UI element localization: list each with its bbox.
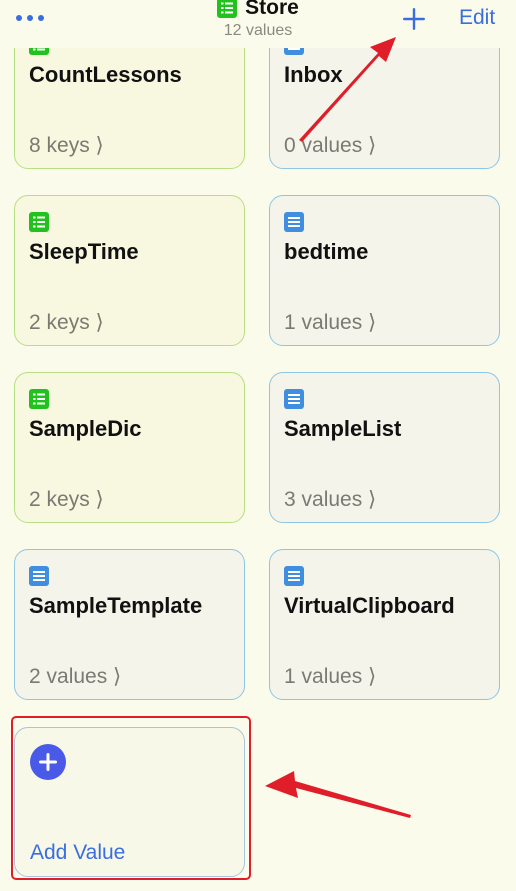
card-name: SampleTemplate	[29, 593, 203, 618]
card-count: 0 values ⟩	[284, 134, 377, 157]
store-card-bedtime[interactable]: bedtime 1 values ⟩	[269, 195, 500, 346]
card-name: Inbox	[284, 62, 343, 87]
card-count: 1 values ⟩	[284, 665, 377, 688]
card-count: 2 keys ⟩	[29, 311, 104, 334]
dictionary-icon	[29, 389, 49, 409]
list-icon	[29, 566, 49, 586]
store-card-sampledic[interactable]: SampleDic 2 keys ⟩	[14, 372, 245, 523]
add-button[interactable]	[398, 3, 430, 35]
card-name: bedtime	[284, 239, 369, 264]
page-subtitle: 12 values	[223, 22, 293, 39]
add-value-card[interactable]: Add Value	[14, 727, 245, 877]
card-name: SampleDic	[29, 416, 142, 441]
add-value-label: Add Value	[30, 841, 126, 864]
list-icon	[284, 566, 304, 586]
plus-icon	[403, 8, 425, 30]
list-icon	[284, 212, 304, 232]
card-count: 8 keys ⟩	[29, 134, 104, 157]
list-icon	[284, 389, 304, 409]
store-card-virtualclipboard[interactable]: VirtualClipboard 1 values ⟩	[269, 549, 500, 700]
title-group: Store	[0, 0, 516, 23]
card-count: 1 values ⟩	[284, 311, 377, 334]
page-title: Store	[245, 0, 299, 19]
dictionary-icon	[29, 212, 49, 232]
card-count: 3 values ⟩	[284, 488, 377, 511]
card-count: 2 values ⟩	[29, 665, 122, 688]
plus-circle-icon	[30, 744, 66, 780]
card-name: VirtualClipboard	[284, 593, 455, 618]
card-name: SleepTime	[29, 239, 139, 264]
card-count: 2 keys ⟩	[29, 488, 104, 511]
card-name: CountLessons	[29, 62, 182, 87]
store-card-sampletemplate[interactable]: SampleTemplate 2 values ⟩	[14, 549, 245, 700]
store-card-sleeptime[interactable]: SleepTime 2 keys ⟩	[14, 195, 245, 346]
navigation-bar: Store 12 values Edit	[0, 0, 516, 48]
card-name: SampleList	[284, 416, 402, 441]
dictionary-icon	[217, 0, 238, 18]
store-card-samplelist[interactable]: SampleList 3 values ⟩	[269, 372, 500, 523]
edit-button[interactable]: Edit	[459, 6, 495, 30]
